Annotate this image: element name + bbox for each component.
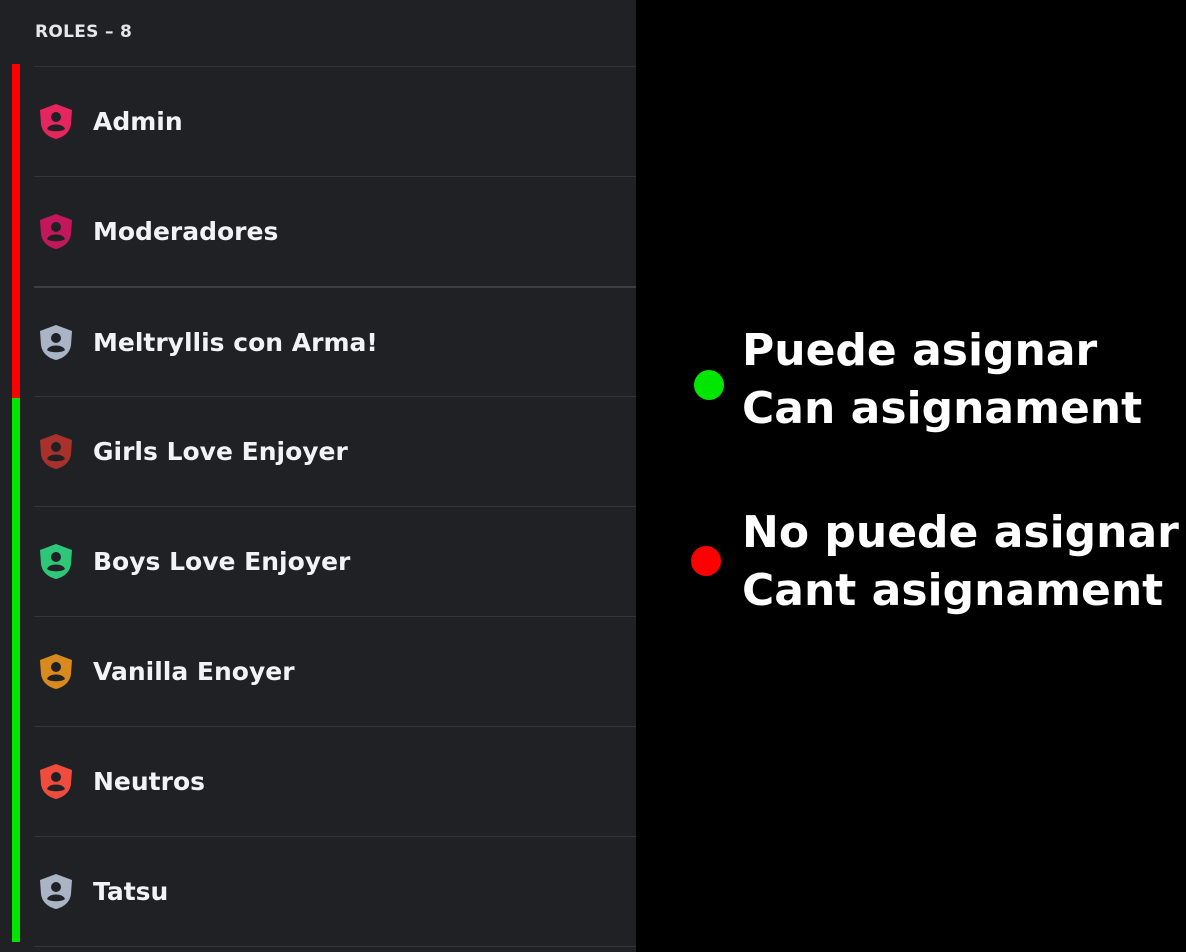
role-row-neutros[interactable]: Neutros [34, 726, 636, 836]
role-name: Neutros [93, 767, 206, 796]
role-name: Meltryllis con Arma! [93, 328, 378, 357]
shield-user-icon [40, 764, 72, 799]
role-row-girls-love-enjoyer[interactable]: Girls Love Enjoyer [34, 396, 636, 506]
role-name: Boys Love Enjoyer [93, 547, 351, 576]
shield-user-icon [40, 544, 72, 579]
role-row-tatsu[interactable]: Tatsu [34, 836, 636, 947]
shield-user-icon [40, 214, 72, 249]
role-name: Admin [93, 107, 183, 136]
green-dot-icon [694, 370, 724, 400]
role-row-boys-love-enjoyer[interactable]: Boys Love Enjoyer [34, 506, 636, 616]
cannot-assign-indicator-bar [12, 64, 20, 398]
role-name: Girls Love Enjoyer [93, 437, 348, 466]
shield-user-icon [40, 325, 72, 360]
roles-panel: ROLES – 8 Admin Moderadores Meltryllis c… [0, 0, 636, 952]
shield-user-icon [40, 104, 72, 139]
shield-user-icon [40, 434, 72, 469]
role-name: Moderadores [93, 217, 279, 246]
shield-user-icon [40, 654, 72, 689]
role-name: Vanilla Enoyer [93, 657, 295, 686]
role-name: Tatsu [93, 877, 169, 906]
roles-header: ROLES – 8 [35, 22, 133, 42]
legend-can-line2: Can asignament [742, 383, 1143, 434]
legend-cannot-line1: No puede asignar [742, 507, 1179, 558]
legend-can-line1: Puede asignar [742, 325, 1098, 376]
red-dot-icon [691, 546, 721, 576]
role-row-meltryllis[interactable]: Meltryllis con Arma! [34, 286, 636, 396]
role-row-vanilla-enoyer[interactable]: Vanilla Enoyer [34, 616, 636, 726]
shield-user-icon [40, 874, 72, 909]
can-assign-indicator-bar [12, 398, 20, 942]
role-row-admin[interactable]: Admin [34, 66, 636, 176]
legend-cannot-line2: Cant asignament [742, 565, 1164, 616]
role-list: Admin Moderadores Meltryllis con Arma! G… [34, 66, 636, 947]
role-row-moderadores[interactable]: Moderadores [34, 176, 636, 286]
